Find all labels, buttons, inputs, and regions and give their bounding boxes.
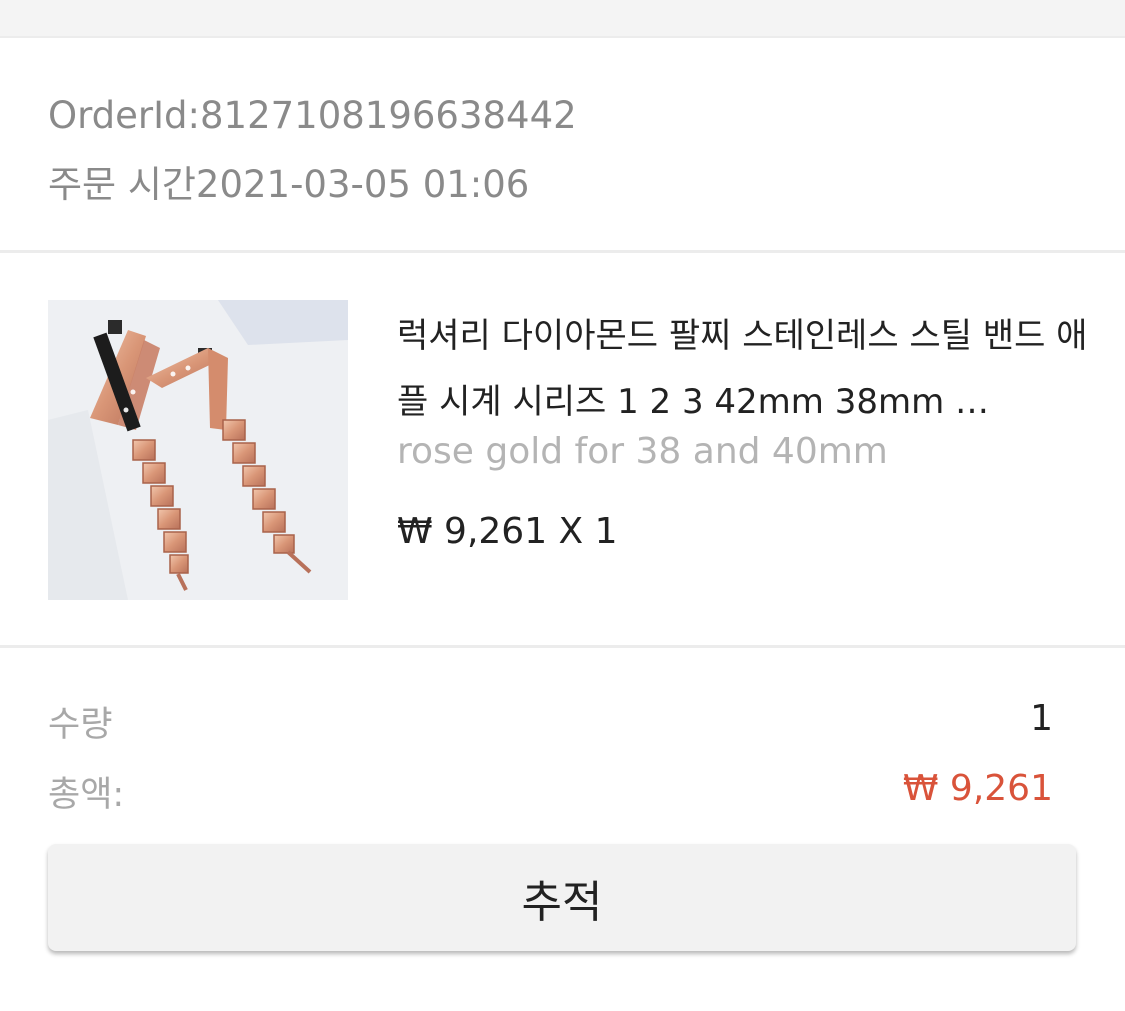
product-item[interactable]: 럭셔리 다이아몬드 팔찌 스테인레스 스틸 밴드 애플 시계 시리즈 1 2 3… xyxy=(0,253,1125,648)
quantity-label: 수량 xyxy=(48,705,113,745)
quantity-value: 1 xyxy=(1030,698,1053,739)
total-label: 총액: xyxy=(48,775,125,815)
order-id: OrderId:8127108196638442 xyxy=(48,94,577,137)
order-header: OrderId:8127108196638442 주문 시간2021-03-05… xyxy=(0,38,1125,253)
product-title[interactable]: 럭셔리 다이아몬드 팔찌 스테인레스 스틸 밴드 애플 시계 시리즈 1 2 3… xyxy=(397,303,1109,435)
product-thumbnail[interactable] xyxy=(48,300,348,600)
top-strip xyxy=(0,0,1125,38)
total-value: ₩ 9,261 xyxy=(902,768,1053,809)
watch-band-image xyxy=(48,300,348,600)
product-variant: rose gold for 38 and 40mm xyxy=(397,431,888,472)
track-button[interactable]: 추적 xyxy=(48,844,1076,951)
order-time: 주문 시간2021-03-05 01:06 xyxy=(48,163,530,206)
product-price-line: ₩ 9,261 X 1 xyxy=(397,511,618,552)
